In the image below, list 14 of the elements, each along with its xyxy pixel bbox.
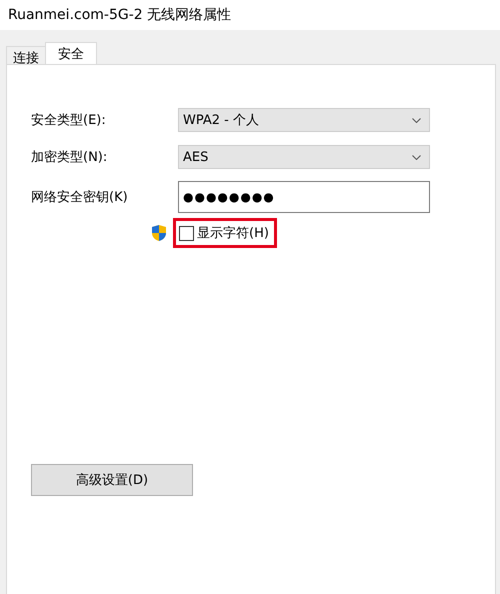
field-label: 网络安全密钥(K) [31, 189, 129, 206]
field-label: 加密类型(N): [31, 149, 108, 166]
shield-icon [151, 224, 167, 242]
checkbox[interactable]: 显示字符(H) [173, 218, 277, 248]
field-label: 安全类型(E): [31, 112, 107, 129]
chevron-icon [412, 118, 421, 122]
window-title: Ruanmei.com-5G-2 无线网络属性 [8, 6, 232, 24]
dropdown[interactable]: WPA2 - 个人 [178, 108, 430, 132]
tab[interactable]: 安全 [45, 42, 97, 64]
input-field[interactable]: ●●●●●●●● [178, 181, 430, 213]
tab[interactable]: 连接 [6, 46, 46, 64]
advanced-settings-button[interactable]: 高级设置(D) [31, 464, 193, 496]
dropdown[interactable]: AES [178, 145, 430, 169]
chevron-icon [412, 154, 421, 160]
